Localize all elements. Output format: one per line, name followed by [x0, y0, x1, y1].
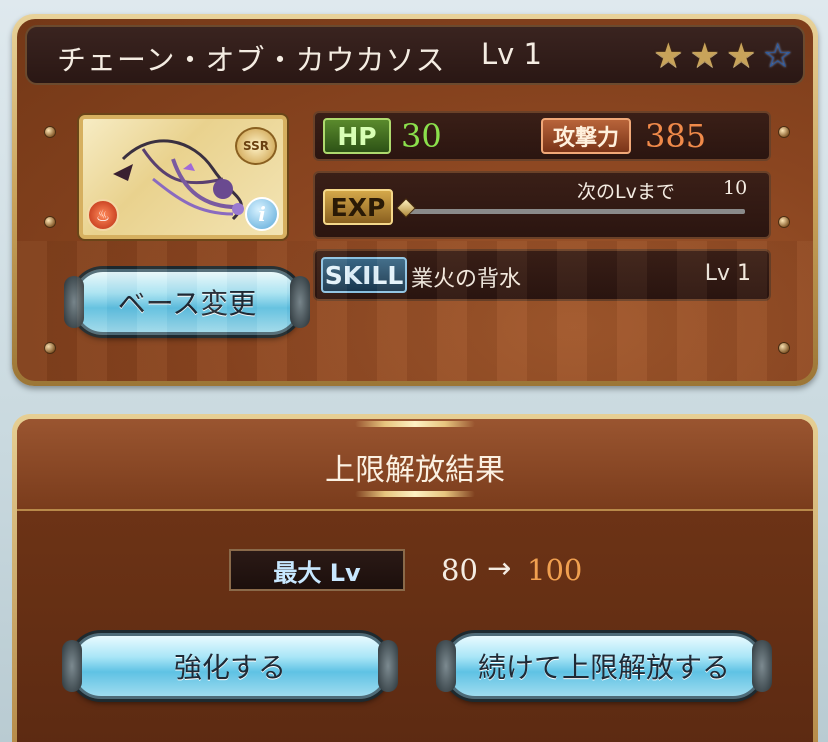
- weapon-title-bar: チェーン・オブ・カウカソス Lv 1 ★ ★ ★ ☆: [25, 25, 805, 85]
- fire-element-icon: ♨: [87, 199, 119, 231]
- attack-value: 385: [645, 117, 707, 155]
- next-level-label: 次のLvまで: [577, 181, 675, 203]
- weapon-level: Lv 1: [481, 37, 542, 71]
- info-icon[interactable]: i: [245, 197, 279, 231]
- button-cap-left: [436, 640, 456, 692]
- rivet-decoration: [45, 217, 55, 227]
- hp-label: HP: [323, 118, 391, 154]
- hp-value: 30: [401, 117, 442, 155]
- uncap-result-title: 上限解放結果: [325, 453, 505, 488]
- exp-progress-bar: [405, 209, 745, 214]
- continue-uncap-button[interactable]: 続けて上限解放する: [436, 633, 772, 699]
- new-max-level: 100: [527, 553, 583, 587]
- uncap-result-panel: 上限解放結果 最大 Lv 80 → 100 強化する 続けて上限解放する: [12, 414, 818, 742]
- rivet-decoration: [45, 127, 55, 137]
- enhance-button[interactable]: 強化する: [62, 633, 398, 699]
- ssr-rarity-badge: SSR: [235, 127, 277, 165]
- exp-row: EXP 次のLvまで 10: [313, 171, 771, 239]
- exp-progress-marker-icon: [396, 198, 416, 218]
- exp-label: EXP: [323, 189, 393, 225]
- next-level-exp-value: 10: [723, 177, 748, 199]
- attack-label: 攻撃力: [541, 118, 631, 154]
- header-ornament-bottom: [355, 491, 475, 497]
- button-cap-left: [62, 640, 82, 692]
- button-cap-left: [64, 276, 84, 328]
- star-filled-icon: ★: [726, 36, 757, 76]
- continue-uncap-label: 続けて上限解放する: [477, 651, 730, 684]
- rivet-decoration: [779, 217, 789, 227]
- uncap-result-header: 上限解放結果: [17, 419, 813, 511]
- stats-row: HP 30 攻撃力 385: [313, 111, 771, 161]
- enhance-label: 強化する: [173, 651, 286, 684]
- button-cap-right: [752, 640, 772, 692]
- star-empty-icon: ☆: [762, 36, 793, 76]
- old-max-level: 80: [441, 553, 478, 587]
- base-change-label: ベース変更: [117, 287, 257, 320]
- rivet-decoration: [45, 343, 55, 353]
- weapon-portrait[interactable]: SSR ♨ i: [79, 115, 287, 239]
- arrow-right-icon: →: [487, 551, 512, 585]
- weapon-panel-body: チェーン・オブ・カウカソス Lv 1 ★ ★ ★ ☆ SSR ♨ i ベース変更…: [17, 19, 813, 381]
- skill-row[interactable]: SKILL 業火の背水 Lv 1: [313, 249, 771, 301]
- weapon-panel: チェーン・オブ・カウカソス Lv 1 ★ ★ ★ ☆ SSR ♨ i ベース変更…: [12, 14, 818, 386]
- max-level-label: 最大 Lv: [229, 549, 405, 591]
- button-cap-right: [290, 276, 310, 328]
- uncap-result-body: 上限解放結果 最大 Lv 80 → 100 強化する 続けて上限解放する: [17, 419, 813, 742]
- rivet-decoration: [779, 343, 789, 353]
- button-cap-right: [378, 640, 398, 692]
- skill-name: 業火の背水: [411, 267, 522, 292]
- skill-level: Lv 1: [704, 261, 751, 286]
- star-filled-icon: ★: [689, 36, 721, 76]
- weapon-name: チェーン・オブ・カウカソス: [57, 43, 446, 77]
- rivet-decoration: [779, 127, 789, 137]
- base-change-button[interactable]: ベース変更: [64, 269, 310, 335]
- uncap-stars: ★ ★ ★ ☆: [653, 39, 793, 73]
- star-filled-icon: ★: [653, 36, 684, 76]
- header-ornament-top: [355, 421, 475, 427]
- skill-label: SKILL: [321, 257, 407, 293]
